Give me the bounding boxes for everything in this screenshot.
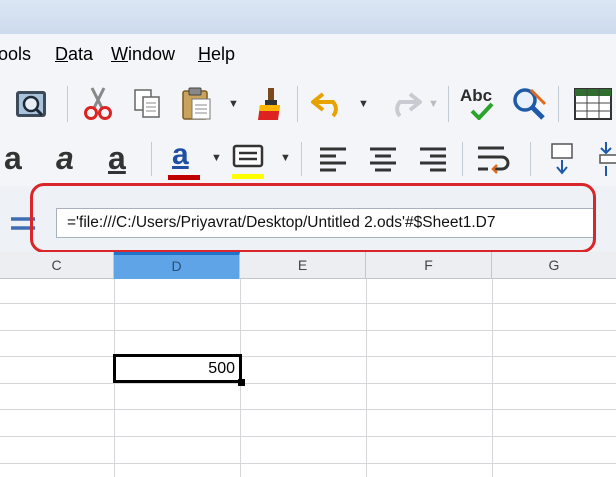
separator [297, 86, 298, 122]
redo-icon[interactable] [382, 90, 422, 123]
column-header-c[interactable]: C [0, 252, 114, 279]
menu-window[interactable]: Window [111, 44, 175, 65]
menu-data[interactable]: Data [55, 44, 93, 65]
autospellcheck-icon[interactable] [511, 86, 547, 127]
separator [530, 142, 531, 176]
separator [462, 142, 463, 176]
print-preview-icon[interactable] [14, 88, 50, 127]
font-color-dropdown-icon[interactable]: ▼ [211, 152, 222, 164]
active-cell-d7[interactable]: 500 [113, 354, 242, 383]
gridline [0, 436, 616, 437]
font-color-swatch [168, 175, 200, 180]
window-titlebar [0, 0, 616, 34]
column-header-d[interactable]: D [114, 252, 240, 279]
highlighting-dropdown-icon[interactable]: ▼ [280, 152, 291, 164]
column-header-e[interactable]: E [240, 252, 366, 279]
redo-dropdown-icon[interactable]: ▼ [428, 98, 439, 110]
gridline [0, 356, 616, 357]
paste-icon[interactable] [180, 86, 214, 127]
paste-dropdown-icon[interactable]: ▼ [228, 98, 239, 110]
highlighting-icon[interactable] [232, 144, 266, 185]
spreadsheet-grid[interactable]: 500 [0, 279, 616, 477]
menu-bar: ools Data Window Help [0, 34, 616, 72]
undo-dropdown-icon[interactable]: ▼ [358, 98, 369, 110]
separator [67, 86, 68, 122]
formatting-toolbar: a a a a ▼ ▼ [0, 134, 616, 186]
gridline [0, 409, 616, 410]
align-vertical-center-icon[interactable] [596, 140, 616, 183]
gridline [0, 303, 616, 304]
column-header-f[interactable]: F [366, 252, 492, 279]
underline-icon[interactable]: a [108, 140, 126, 177]
separator [558, 86, 559, 122]
font-color-glyph: a [172, 138, 189, 171]
gridline [366, 279, 367, 477]
copy-icon[interactable] [133, 88, 163, 125]
highlight-annotation [30, 183, 596, 253]
clone-formatting-icon[interactable] [254, 86, 284, 127]
column-headers: C D E F G [0, 252, 616, 279]
fill-handle[interactable] [238, 379, 245, 386]
font-color-icon[interactable]: a [168, 138, 202, 182]
cut-icon[interactable] [82, 86, 114, 127]
italic-icon[interactable]: a [56, 140, 74, 177]
wrap-text-icon[interactable] [476, 144, 510, 181]
separator [448, 86, 449, 122]
gridline [492, 279, 493, 477]
gridline [0, 330, 616, 331]
align-top-icon[interactable] [548, 142, 576, 183]
align-left-icon[interactable] [318, 146, 348, 177]
align-center-icon[interactable] [368, 146, 398, 177]
menu-help[interactable]: Help [198, 44, 235, 65]
gridlines-icon[interactable] [574, 88, 612, 125]
standard-toolbar: ▼ ▼ ▼ Abc [0, 72, 616, 134]
column-header-g[interactable]: G [492, 252, 616, 279]
separator [151, 142, 152, 176]
gridline [0, 383, 616, 384]
bold-icon[interactable]: a [4, 140, 22, 177]
separator [301, 142, 302, 176]
gridline [0, 463, 616, 464]
menu-tools[interactable]: ools [0, 44, 31, 65]
align-right-icon[interactable] [418, 146, 448, 177]
undo-icon[interactable] [311, 90, 351, 123]
spellcheck-icon[interactable]: Abc [460, 86, 500, 122]
